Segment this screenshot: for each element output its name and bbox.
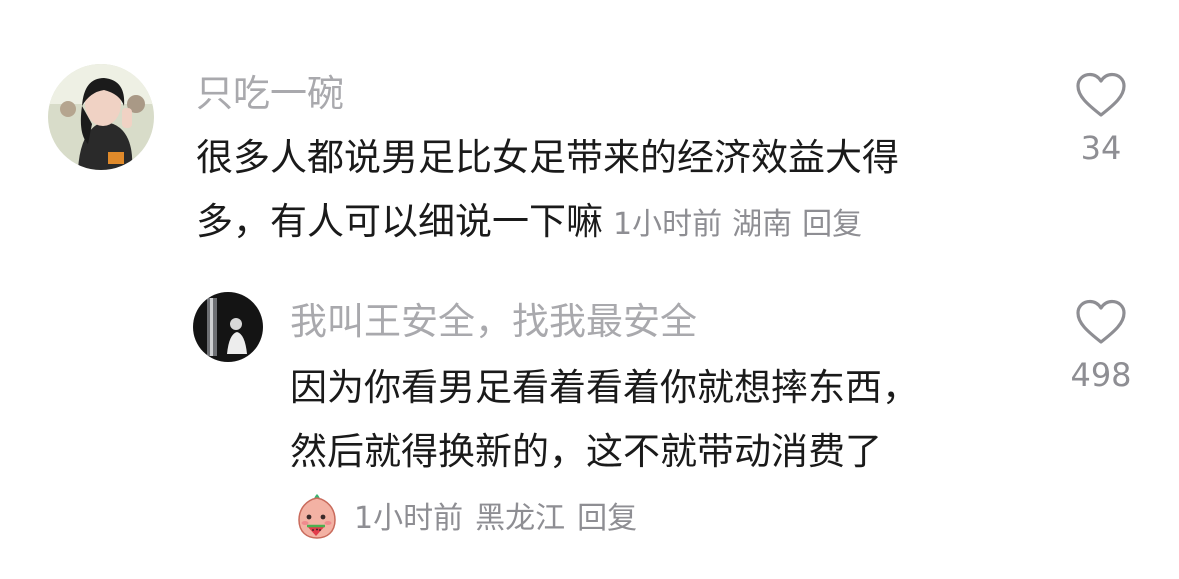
reply-like-count: 498 [1070, 356, 1132, 394]
reply-location: 黑龙江 [475, 501, 566, 536]
reply-avatar-photo [193, 292, 263, 362]
comment-reply-button[interactable]: 回复 [802, 207, 862, 242]
comment-time: 1小时前 [613, 207, 723, 242]
comment-text-line-1: 很多人都说男足比女足带来的经济效益大得 [196, 136, 899, 179]
avatar-photo [48, 64, 154, 170]
reply-text-line-1: 因为你看男足看着看着你就想摔东西， [290, 366, 919, 409]
comment-like-count: 34 [1080, 129, 1122, 167]
comment-text-line-2: 多，有人可以细说一下嘛 1小时前 湖南 回复 [196, 190, 1026, 257]
comment-meta: 1小时前 湖南 回复 [613, 207, 872, 242]
reply-text-line-2: 然后就得换新的，这不就带动消费了 [290, 430, 882, 473]
reply-avatar[interactable] [193, 292, 263, 362]
reply-meta: 1小时前 黑龙江 回复 [354, 499, 649, 539]
reply-like[interactable]: 498 [1061, 299, 1141, 391]
comment-like[interactable]: 34 [1061, 72, 1141, 164]
reply-time: 1小时前 [354, 501, 464, 536]
reply-username[interactable]: 我叫王安全，找我最安全 [290, 303, 697, 340]
comment-location: 湖南 [732, 207, 793, 242]
comment-username[interactable]: 只吃一碗 [196, 75, 344, 112]
heart-outline-icon[interactable] [1075, 72, 1127, 118]
avatar[interactable] [48, 64, 154, 170]
heart-outline-icon[interactable] [1075, 299, 1127, 345]
comment-thread: 只吃一碗 很多人都说男足比女足带来的经济效益大得 多，有人可以细说一下嘛 1小时前… [0, 0, 1179, 579]
comment-text: 很多人都说男足比女足带来的经济效益大得 多，有人可以细说一下嘛 1小时前 湖南 回复 [196, 126, 1026, 257]
watermelon-face-emoji-icon [298, 494, 336, 539]
reply-text: 因为你看男足看着看着你就想摔东西， 然后就得换新的，这不就带动消费了 [290, 356, 1010, 484]
comment-text-line-2-text: 多，有人可以细说一下嘛 [196, 200, 603, 243]
reply-reply-button[interactable]: 回复 [577, 499, 637, 539]
